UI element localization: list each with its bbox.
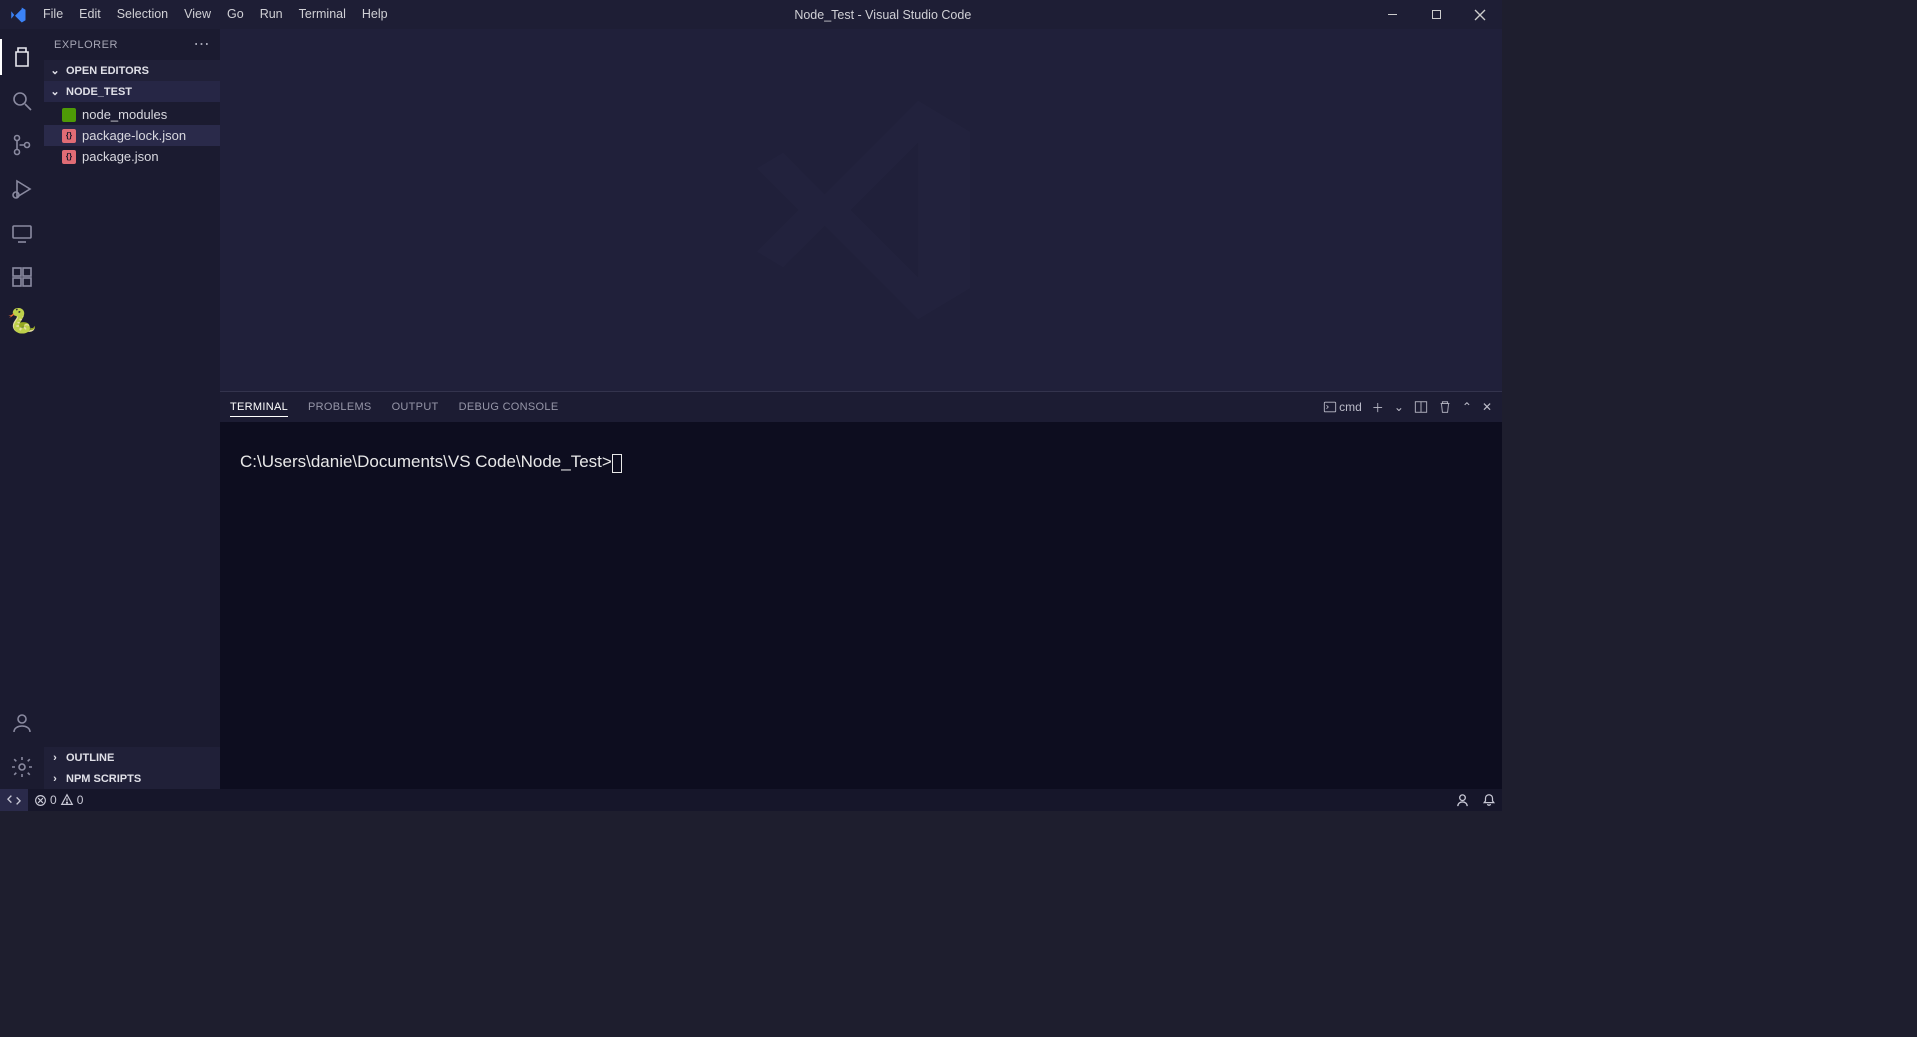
new-terminal-dropdown[interactable]: ⌄ <box>1394 400 1404 414</box>
panel-tabs: TERMINAL PROBLEMS OUTPUT DEBUG CONSOLE c… <box>220 392 1502 422</box>
status-remote-button[interactable] <box>0 789 28 811</box>
split-terminal-button[interactable] <box>1414 400 1428 414</box>
section-workspace[interactable]: ⌄ NODE_TEST <box>44 81 220 102</box>
menu-run[interactable]: Run <box>252 0 291 29</box>
close-panel-button[interactable]: ✕ <box>1482 400 1492 414</box>
tree-item-file[interactable]: {} package-lock.json <box>44 125 220 146</box>
tree-item-label: package-lock.json <box>82 128 186 143</box>
minimize-button[interactable] <box>1370 0 1414 29</box>
panel-tab-problems[interactable]: PROBLEMS <box>308 398 372 416</box>
close-button[interactable] <box>1458 0 1502 29</box>
section-outline[interactable]: › OUTLINE <box>44 747 220 768</box>
menu-terminal[interactable]: Terminal <box>291 0 354 29</box>
window-controls <box>1370 0 1502 29</box>
section-npm-scripts-label: NPM SCRIPTS <box>66 773 141 785</box>
section-npm-scripts[interactable]: › NPM SCRIPTS <box>44 768 220 789</box>
kill-terminal-button[interactable] <box>1438 400 1452 414</box>
terminal-shell-label: cmd <box>1339 400 1362 414</box>
activity-remote-explorer[interactable] <box>0 211 44 255</box>
editor-empty-state <box>220 29 1502 391</box>
activity-run-debug[interactable] <box>0 167 44 211</box>
terminal-prompt: C:\Users\danie\Documents\VS Code\Node_Te… <box>240 452 612 471</box>
menu-file[interactable]: File <box>35 0 71 29</box>
json-file-icon: {} <box>62 150 76 164</box>
terminal-body[interactable]: C:\Users\danie\Documents\VS Code\Node_Te… <box>220 422 1502 789</box>
vscode-logo-icon <box>0 6 35 24</box>
status-warning-count: 0 <box>77 793 84 807</box>
status-bar: 0 0 <box>0 789 1502 811</box>
terminal-shell-picker[interactable]: cmd <box>1323 400 1362 414</box>
panel: TERMINAL PROBLEMS OUTPUT DEBUG CONSOLE c… <box>220 391 1502 789</box>
window-title: Node_Test - Visual Studio Code <box>396 8 1370 22</box>
explorer-header: EXPLORER ⋯ <box>44 29 220 60</box>
chevron-down-icon: ⌄ <box>48 64 62 77</box>
chevron-right-icon: › <box>48 773 62 785</box>
editor-column: TERMINAL PROBLEMS OUTPUT DEBUG CONSOLE c… <box>220 29 1502 789</box>
activity-extensions[interactable] <box>0 255 44 299</box>
panel-tab-output[interactable]: OUTPUT <box>392 398 439 416</box>
activity-search[interactable] <box>0 79 44 123</box>
explorer-more-icon[interactable]: ⋯ <box>194 41 211 49</box>
vscode-watermark-icon <box>731 80 991 340</box>
title-bar: File Edit Selection View Go Run Terminal… <box>0 0 1502 29</box>
json-file-icon: {} <box>62 129 76 143</box>
status-notifications-button[interactable] <box>1476 793 1502 807</box>
status-problems[interactable]: 0 0 <box>28 793 89 807</box>
tree-item-label: node_modules <box>82 107 167 122</box>
chevron-right-icon: › <box>48 752 62 764</box>
activity-explorer[interactable] <box>0 35 44 79</box>
python-icon: 🐍 <box>7 307 37 336</box>
section-open-editors[interactable]: ⌄ OPEN EDITORS <box>44 60 220 81</box>
new-terminal-button[interactable]: ＋ <box>1372 399 1384 416</box>
maximize-button[interactable] <box>1414 0 1458 29</box>
chevron-down-icon: ⌄ <box>48 85 62 98</box>
menu-edit[interactable]: Edit <box>71 0 109 29</box>
maximize-panel-button[interactable]: ⌃ <box>1462 400 1472 414</box>
activity-bar: 🐍 <box>0 29 44 789</box>
status-error-count: 0 <box>50 793 57 807</box>
panel-tab-debug-console[interactable]: DEBUG CONSOLE <box>459 398 559 416</box>
menubar: File Edit Selection View Go Run Terminal… <box>35 0 396 29</box>
section-outline-label: OUTLINE <box>66 752 114 764</box>
folder-icon <box>62 108 76 122</box>
activity-python[interactable]: 🐍 <box>0 299 44 343</box>
panel-controls: cmd ＋ ⌄ ⌃ ✕ <box>1323 399 1492 416</box>
activity-accounts[interactable] <box>0 701 44 745</box>
workbench: 🐍 EXPLORER ⋯ ⌄ OPEN EDITORS ⌄ NODE_TEST … <box>0 29 1502 789</box>
file-tree: node_modules {} package-lock.json {} pac… <box>44 102 220 169</box>
explorer-title: EXPLORER <box>54 39 118 51</box>
status-feedback-button[interactable] <box>1449 793 1476 808</box>
menu-help[interactable]: Help <box>354 0 396 29</box>
tree-item-folder[interactable]: node_modules <box>44 104 220 125</box>
menu-view[interactable]: View <box>176 0 219 29</box>
tree-item-label: package.json <box>82 149 159 164</box>
activity-settings[interactable] <box>0 745 44 789</box>
panel-tab-terminal[interactable]: TERMINAL <box>230 398 288 417</box>
menu-selection[interactable]: Selection <box>109 0 176 29</box>
tree-item-file[interactable]: {} package.json <box>44 146 220 167</box>
activity-source-control[interactable] <box>0 123 44 167</box>
terminal-cursor <box>612 454 622 473</box>
section-workspace-label: NODE_TEST <box>66 86 132 98</box>
menu-go[interactable]: Go <box>219 0 252 29</box>
section-open-editors-label: OPEN EDITORS <box>66 65 149 77</box>
sidebar-explorer: EXPLORER ⋯ ⌄ OPEN EDITORS ⌄ NODE_TEST no… <box>44 29 220 789</box>
